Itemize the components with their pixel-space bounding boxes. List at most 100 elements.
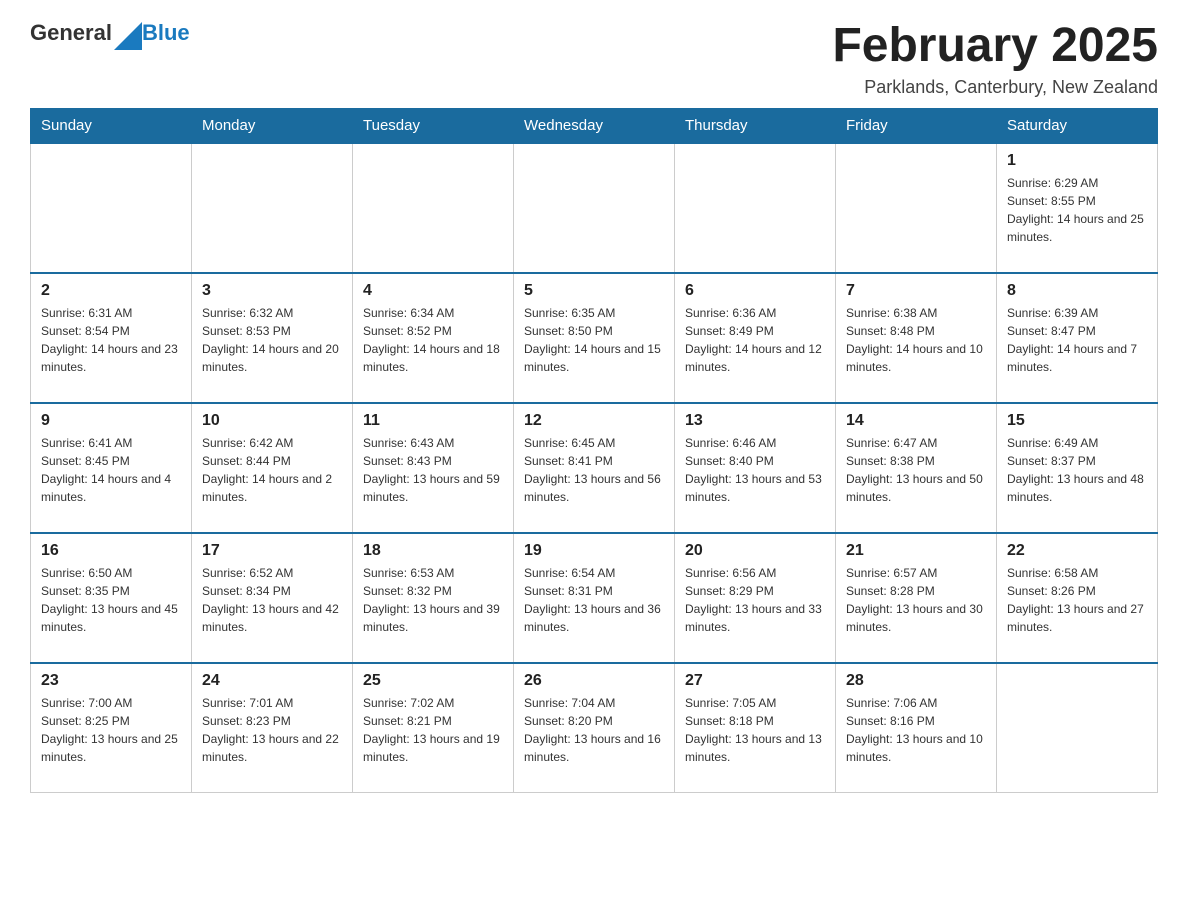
page-header: General Blue February 2025 Parklands, Ca… bbox=[30, 20, 1158, 98]
col-saturday: Saturday bbox=[997, 108, 1158, 143]
day-info: Sunrise: 7:00 AMSunset: 8:25 PMDaylight:… bbox=[41, 694, 181, 766]
day-info: Sunrise: 6:42 AMSunset: 8:44 PMDaylight:… bbox=[202, 434, 342, 506]
day-number: 9 bbox=[41, 412, 181, 430]
day-info: Sunrise: 6:47 AMSunset: 8:38 PMDaylight:… bbox=[846, 434, 986, 506]
calendar-cell-w4-d3: 18 Sunrise: 6:53 AMSunset: 8:32 PMDayligh… bbox=[353, 533, 514, 663]
day-info: Sunrise: 7:02 AMSunset: 8:21 PMDaylight:… bbox=[363, 694, 503, 766]
calendar-table: Sunday Monday Tuesday Wednesday Thursday… bbox=[30, 108, 1158, 794]
day-number: 28 bbox=[846, 672, 986, 690]
calendar-week-4: 16 Sunrise: 6:50 AMSunset: 8:35 PMDayligh… bbox=[31, 533, 1158, 663]
logo-triangle-icon bbox=[114, 22, 142, 50]
calendar-cell-w5-d6: 28 Sunrise: 7:06 AMSunset: 8:16 PMDayligh… bbox=[836, 663, 997, 793]
day-number: 19 bbox=[524, 542, 664, 560]
calendar-cell-w3-d1: 9 Sunrise: 6:41 AMSunset: 8:45 PMDaylight… bbox=[31, 403, 192, 533]
day-info: Sunrise: 7:05 AMSunset: 8:18 PMDaylight:… bbox=[685, 694, 825, 766]
logo-text-general: General bbox=[30, 20, 142, 50]
day-info: Sunrise: 6:36 AMSunset: 8:49 PMDaylight:… bbox=[685, 304, 825, 376]
calendar-cell-w5-d7 bbox=[997, 663, 1158, 793]
day-info: Sunrise: 6:43 AMSunset: 8:43 PMDaylight:… bbox=[363, 434, 503, 506]
calendar-cell-w4-d2: 17Sunrise: 6:52 AMSunset: 8:34 PMDayligh… bbox=[192, 533, 353, 663]
col-tuesday: Tuesday bbox=[353, 108, 514, 143]
calendar-cell-w2-d4: 5 Sunrise: 6:35 AMSunset: 8:50 PMDaylight… bbox=[514, 273, 675, 403]
day-number: 16 bbox=[41, 542, 181, 560]
day-info: Sunrise: 6:34 AMSunset: 8:52 PMDaylight:… bbox=[363, 304, 503, 376]
calendar-cell-w5-d4: 26 Sunrise: 7:04 AMSunset: 8:20 PMDayligh… bbox=[514, 663, 675, 793]
day-number: 3 bbox=[202, 282, 342, 300]
day-number: 13 bbox=[685, 412, 825, 430]
calendar-cell-w3-d5: 13 Sunrise: 6:46 AMSunset: 8:40 PMDayligh… bbox=[675, 403, 836, 533]
day-info: Sunrise: 6:29 AMSunset: 8:55 PMDaylight:… bbox=[1007, 174, 1147, 246]
day-number: 2 bbox=[41, 282, 181, 300]
calendar-week-1: 1 Sunrise: 6:29 AMSunset: 8:55 PMDaylight… bbox=[31, 143, 1158, 273]
calendar-cell-w4-d7: 22 Sunrise: 6:58 AMSunset: 8:26 PMDayligh… bbox=[997, 533, 1158, 663]
calendar-week-3: 9 Sunrise: 6:41 AMSunset: 8:45 PMDaylight… bbox=[31, 403, 1158, 533]
calendar-cell-w2-d3: 4 Sunrise: 6:34 AMSunset: 8:52 PMDaylight… bbox=[353, 273, 514, 403]
day-info: Sunrise: 6:50 AMSunset: 8:35 PMDaylight:… bbox=[41, 564, 181, 636]
logo-text-blue: Blue bbox=[142, 20, 190, 46]
day-number: 4 bbox=[363, 282, 503, 300]
day-info: Sunrise: 6:52 AMSunset: 8:34 PMDaylight:… bbox=[202, 564, 342, 636]
day-number: 15 bbox=[1007, 412, 1147, 430]
day-number: 6 bbox=[685, 282, 825, 300]
calendar-cell-w3-d2: 10 Sunrise: 6:42 AMSunset: 8:44 PMDayligh… bbox=[192, 403, 353, 533]
day-info: Sunrise: 6:58 AMSunset: 8:26 PMDaylight:… bbox=[1007, 564, 1147, 636]
day-info: Sunrise: 7:06 AMSunset: 8:16 PMDaylight:… bbox=[846, 694, 986, 766]
day-number: 25 bbox=[363, 672, 503, 690]
day-number: 27 bbox=[685, 672, 825, 690]
day-info: Sunrise: 6:39 AMSunset: 8:47 PMDaylight:… bbox=[1007, 304, 1147, 376]
day-number: 5 bbox=[524, 282, 664, 300]
calendar-cell-w4-d6: 21 Sunrise: 6:57 AMSunset: 8:28 PMDayligh… bbox=[836, 533, 997, 663]
day-number: 23 bbox=[41, 672, 181, 690]
calendar-week-5: 23 Sunrise: 7:00 AMSunset: 8:25 PMDayligh… bbox=[31, 663, 1158, 793]
calendar-cell-w4-d5: 20 Sunrise: 6:56 AMSunset: 8:29 PMDayligh… bbox=[675, 533, 836, 663]
day-info: Sunrise: 6:49 AMSunset: 8:37 PMDaylight:… bbox=[1007, 434, 1147, 506]
day-number: 20 bbox=[685, 542, 825, 560]
calendar-cell-w2-d6: 7Sunrise: 6:38 AMSunset: 8:48 PMDaylight… bbox=[836, 273, 997, 403]
location-subtitle: Parklands, Canterbury, New Zealand bbox=[832, 77, 1158, 98]
calendar-cell-w3-d7: 15 Sunrise: 6:49 AMSunset: 8:37 PMDayligh… bbox=[997, 403, 1158, 533]
day-info: Sunrise: 7:04 AMSunset: 8:20 PMDaylight:… bbox=[524, 694, 664, 766]
calendar-cell-w2-d5: 6 Sunrise: 6:36 AMSunset: 8:49 PMDaylight… bbox=[675, 273, 836, 403]
day-number: 11 bbox=[363, 412, 503, 430]
day-info: Sunrise: 6:46 AMSunset: 8:40 PMDaylight:… bbox=[685, 434, 825, 506]
col-sunday: Sunday bbox=[31, 108, 192, 143]
day-number: 22 bbox=[1007, 542, 1147, 560]
day-number: 10 bbox=[202, 412, 342, 430]
day-number: 12 bbox=[524, 412, 664, 430]
day-info: Sunrise: 6:53 AMSunset: 8:32 PMDaylight:… bbox=[363, 564, 503, 636]
calendar-cell-w3-d6: 14Sunrise: 6:47 AMSunset: 8:38 PMDayligh… bbox=[836, 403, 997, 533]
day-number: 21 bbox=[846, 542, 986, 560]
calendar-cell-w1-d3 bbox=[353, 143, 514, 273]
calendar-cell-w5-d1: 23 Sunrise: 7:00 AMSunset: 8:25 PMDayligh… bbox=[31, 663, 192, 793]
calendar-cell-w3-d4: 12 Sunrise: 6:45 AMSunset: 8:41 PMDayligh… bbox=[514, 403, 675, 533]
calendar-cell-w2-d1: 2 Sunrise: 6:31 AMSunset: 8:54 PMDaylight… bbox=[31, 273, 192, 403]
day-number: 26 bbox=[524, 672, 664, 690]
title-section: February 2025 Parklands, Canterbury, New… bbox=[832, 20, 1158, 98]
calendar-cell-w1-d7: 1 Sunrise: 6:29 AMSunset: 8:55 PMDaylight… bbox=[997, 143, 1158, 273]
day-info: Sunrise: 6:45 AMSunset: 8:41 PMDaylight:… bbox=[524, 434, 664, 506]
calendar-cell-w2-d2: 3 Sunrise: 6:32 AMSunset: 8:53 PMDaylight… bbox=[192, 273, 353, 403]
day-info: Sunrise: 6:41 AMSunset: 8:45 PMDaylight:… bbox=[41, 434, 181, 506]
calendar-cell-w1-d1 bbox=[31, 143, 192, 273]
calendar-cell-w5-d5: 27 Sunrise: 7:05 AMSunset: 8:18 PMDayligh… bbox=[675, 663, 836, 793]
col-wednesday: Wednesday bbox=[514, 108, 675, 143]
day-info: Sunrise: 6:35 AMSunset: 8:50 PMDaylight:… bbox=[524, 304, 664, 376]
day-info: Sunrise: 6:57 AMSunset: 8:28 PMDaylight:… bbox=[846, 564, 986, 636]
calendar-cell-w5-d3: 25 Sunrise: 7:02 AMSunset: 8:21 PMDayligh… bbox=[353, 663, 514, 793]
day-info: Sunrise: 6:31 AMSunset: 8:54 PMDaylight:… bbox=[41, 304, 181, 376]
calendar-cell-w1-d4 bbox=[514, 143, 675, 273]
day-number: 18 bbox=[363, 542, 503, 560]
day-number: 24 bbox=[202, 672, 342, 690]
calendar-cell-w5-d2: 24Sunrise: 7:01 AMSunset: 8:23 PMDayligh… bbox=[192, 663, 353, 793]
day-info: Sunrise: 6:56 AMSunset: 8:29 PMDaylight:… bbox=[685, 564, 825, 636]
day-info: Sunrise: 6:32 AMSunset: 8:53 PMDaylight:… bbox=[202, 304, 342, 376]
day-number: 1 bbox=[1007, 152, 1147, 170]
calendar-cell-w4-d1: 16 Sunrise: 6:50 AMSunset: 8:35 PMDayligh… bbox=[31, 533, 192, 663]
calendar-cell-w3-d3: 11 Sunrise: 6:43 AMSunset: 8:43 PMDayligh… bbox=[353, 403, 514, 533]
col-friday: Friday bbox=[836, 108, 997, 143]
calendar-cell-w4-d4: 19 Sunrise: 6:54 AMSunset: 8:31 PMDayligh… bbox=[514, 533, 675, 663]
calendar-week-2: 2 Sunrise: 6:31 AMSunset: 8:54 PMDaylight… bbox=[31, 273, 1158, 403]
calendar-header-row: Sunday Monday Tuesday Wednesday Thursday… bbox=[31, 108, 1158, 143]
day-info: Sunrise: 6:54 AMSunset: 8:31 PMDaylight:… bbox=[524, 564, 664, 636]
logo: General Blue bbox=[30, 20, 190, 50]
